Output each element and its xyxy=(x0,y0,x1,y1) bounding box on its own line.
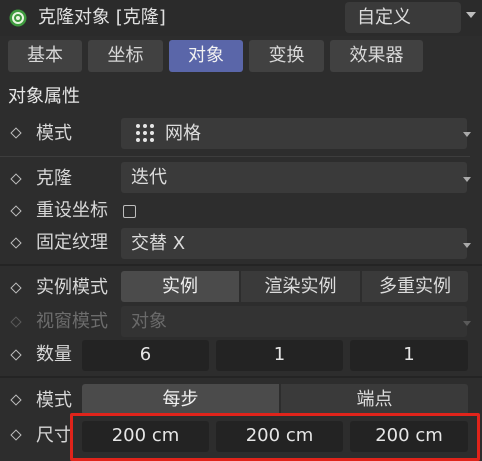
cloner-object-icon xyxy=(9,9,27,27)
reset-coords-label: 重设坐标 xyxy=(36,200,108,221)
keyframe-diamond-icon[interactable] xyxy=(10,349,22,361)
keyframe-diamond-icon[interactable] xyxy=(10,394,22,406)
keyframe-diamond-icon[interactable] xyxy=(10,173,22,185)
tab-transform[interactable]: 变换 xyxy=(249,40,324,72)
keyframe-diamond-icon[interactable] xyxy=(10,429,22,441)
instance-mode-option-multi-instance[interactable]: 多重实例 xyxy=(362,271,468,302)
chevron-down-icon[interactable] xyxy=(463,177,471,182)
chevron-down-icon[interactable] xyxy=(463,243,471,248)
keyframe-diamond-icon[interactable] xyxy=(10,127,22,139)
step-mode-option-endpoint[interactable]: 端点 xyxy=(281,384,468,415)
step-mode-option-per-step[interactable]: 每步 xyxy=(82,384,279,415)
keyframe-diamond-icon[interactable] xyxy=(10,282,22,294)
divider xyxy=(0,264,482,266)
divider xyxy=(0,376,482,378)
clone-dropdown[interactable]: 迭代 xyxy=(121,162,467,193)
tab-object[interactable]: 对象 xyxy=(169,40,243,72)
size-label: 尺寸 xyxy=(36,425,72,446)
chevron-down-icon[interactable] xyxy=(466,12,476,18)
viewport-mode-dropdown: 对象 xyxy=(121,306,467,337)
section-title: 对象属性 xyxy=(8,86,80,107)
keyframe-diamond-icon xyxy=(10,316,22,328)
reset-coords-checkbox[interactable] xyxy=(123,205,136,218)
mode-label: 模式 xyxy=(36,123,72,144)
count-y-field[interactable]: 1 xyxy=(216,340,343,371)
clone-label: 克隆 xyxy=(36,168,72,189)
mode-dropdown[interactable]: 网格 xyxy=(121,118,467,149)
fix-texture-label: 固定纹理 xyxy=(36,232,108,253)
count-label: 数量 xyxy=(36,344,72,365)
keyframe-diamond-icon[interactable] xyxy=(10,237,22,249)
object-title: 克隆对象 [克隆] xyxy=(38,7,166,28)
preset-dropdown[interactable]: 自定义 xyxy=(345,2,461,33)
tab-basic[interactable]: 基本 xyxy=(8,40,82,72)
tab-coordinates[interactable]: 坐标 xyxy=(88,40,163,72)
chevron-down-icon[interactable] xyxy=(463,132,471,137)
count-x-field[interactable]: 6 xyxy=(82,340,209,371)
tab-effectors[interactable]: 效果器 xyxy=(330,40,423,72)
instance-mode-label: 实例模式 xyxy=(36,277,108,298)
viewport-mode-label: 视窗模式 xyxy=(36,311,108,332)
fix-texture-dropdown[interactable]: 交替 X xyxy=(121,228,467,259)
count-z-field[interactable]: 1 xyxy=(350,340,468,371)
grid-dots-icon xyxy=(136,124,154,142)
instance-mode-option-instance[interactable]: 实例 xyxy=(121,271,239,302)
instance-mode-option-render-instance[interactable]: 渲染实例 xyxy=(241,271,360,302)
chevron-down-icon xyxy=(463,321,471,326)
divider xyxy=(0,156,470,157)
step-mode-label: 模式 xyxy=(36,390,72,411)
keyframe-diamond-icon[interactable] xyxy=(10,205,22,217)
